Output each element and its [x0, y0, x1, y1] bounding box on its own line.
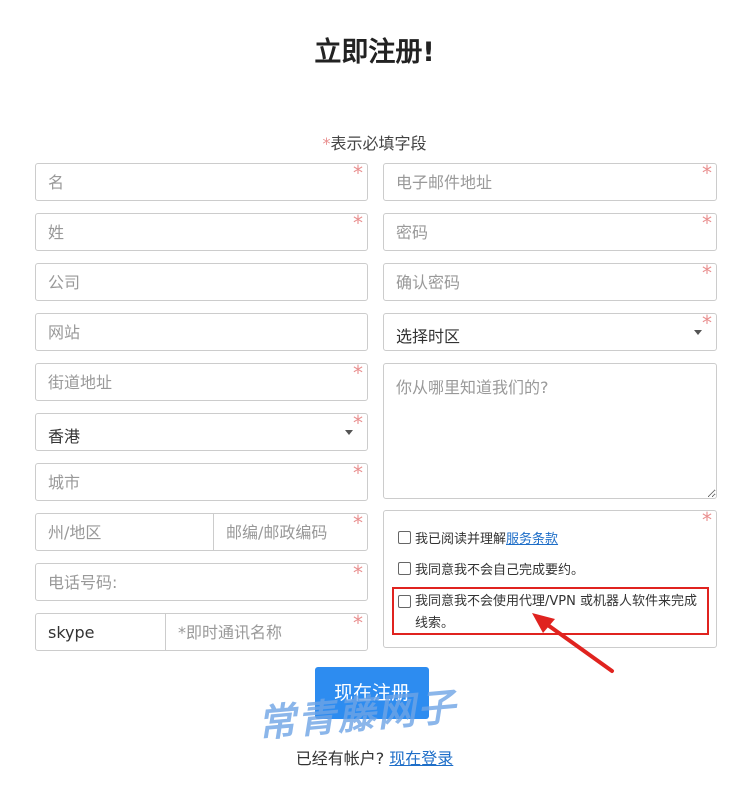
last-name-field: *	[35, 213, 368, 251]
caret-down-icon	[694, 330, 702, 335]
email-field: *	[383, 163, 717, 201]
state-cell	[36, 514, 213, 550]
postcode-cell	[213, 514, 367, 550]
im-name-cell	[165, 614, 367, 650]
postcode-input[interactable]	[214, 514, 367, 550]
company-input[interactable]	[36, 264, 367, 300]
required-star: *	[702, 161, 712, 185]
city-input[interactable]	[36, 464, 367, 500]
required-star: *	[353, 161, 363, 185]
timezone-select[interactable]: 选择时区 *	[383, 313, 717, 351]
terms-read-checkbox[interactable]	[398, 531, 411, 544]
watermark: 常青藤网子	[255, 684, 459, 746]
password-field: *	[383, 213, 717, 251]
required-star: *	[353, 561, 363, 585]
im-type-select[interactable]: skype	[36, 614, 165, 650]
last-name-input[interactable]	[36, 214, 367, 250]
street-field: *	[35, 363, 368, 401]
required-star: *	[353, 361, 363, 385]
required-star: *	[353, 611, 363, 635]
website-input[interactable]	[36, 314, 367, 350]
required-star: *	[702, 261, 712, 285]
required-star: *	[702, 311, 712, 335]
required-star: *	[353, 411, 363, 435]
country-select[interactable]: 香港 *	[35, 413, 368, 451]
login-prefix: 已经有帐户?	[295, 749, 385, 768]
terms-of-service-link[interactable]: 服务条款	[506, 532, 558, 547]
required-note-text: 表示必填字段	[330, 134, 427, 153]
required-star: *	[353, 211, 363, 235]
required-star: *	[353, 461, 363, 485]
required-star: *	[702, 211, 712, 235]
im-group: skype *	[35, 613, 368, 651]
first-name-field: *	[35, 163, 368, 201]
city-field: *	[35, 463, 368, 501]
agree-self-label: 我同意我不会自己完成要约。	[415, 563, 585, 578]
referral-textarea[interactable]	[383, 363, 717, 499]
country-value: 香港	[48, 427, 81, 446]
agree-self-checkbox[interactable]	[398, 562, 411, 575]
caret-down-icon	[345, 430, 353, 435]
login-link[interactable]: 现在登录	[389, 749, 453, 768]
im-type-value: skype	[48, 622, 95, 642]
state-postcode-group: *	[35, 513, 368, 551]
phone-field: *	[35, 563, 368, 601]
page-title: 立即注册!	[314, 37, 435, 68]
confirm-password-field: *	[383, 263, 717, 301]
required-star: *	[702, 508, 712, 532]
confirm-password-input[interactable]	[384, 264, 716, 300]
password-input[interactable]	[384, 214, 716, 250]
terms-read-label: 我已阅读并理解服务条款	[415, 532, 559, 547]
terms-read-row: 我已阅读并理解服务条款	[398, 528, 558, 547]
login-prompt: 已经有帐户? 现在登录	[0, 745, 749, 769]
im-name-input[interactable]	[166, 614, 367, 650]
agree-self-row: 我同意我不会自己完成要约。	[398, 559, 584, 578]
email-input[interactable]	[384, 164, 716, 200]
company-field	[35, 263, 368, 301]
website-field	[35, 313, 368, 351]
street-input[interactable]	[36, 364, 367, 400]
timezone-value: 选择时区	[396, 327, 461, 346]
phone-input[interactable]	[36, 564, 367, 600]
first-name-input[interactable]	[36, 164, 367, 200]
annotation-arrow-icon	[532, 613, 614, 673]
required-note: *表示必填字段	[0, 130, 749, 154]
state-input[interactable]	[36, 514, 213, 550]
required-star: *	[353, 511, 363, 535]
